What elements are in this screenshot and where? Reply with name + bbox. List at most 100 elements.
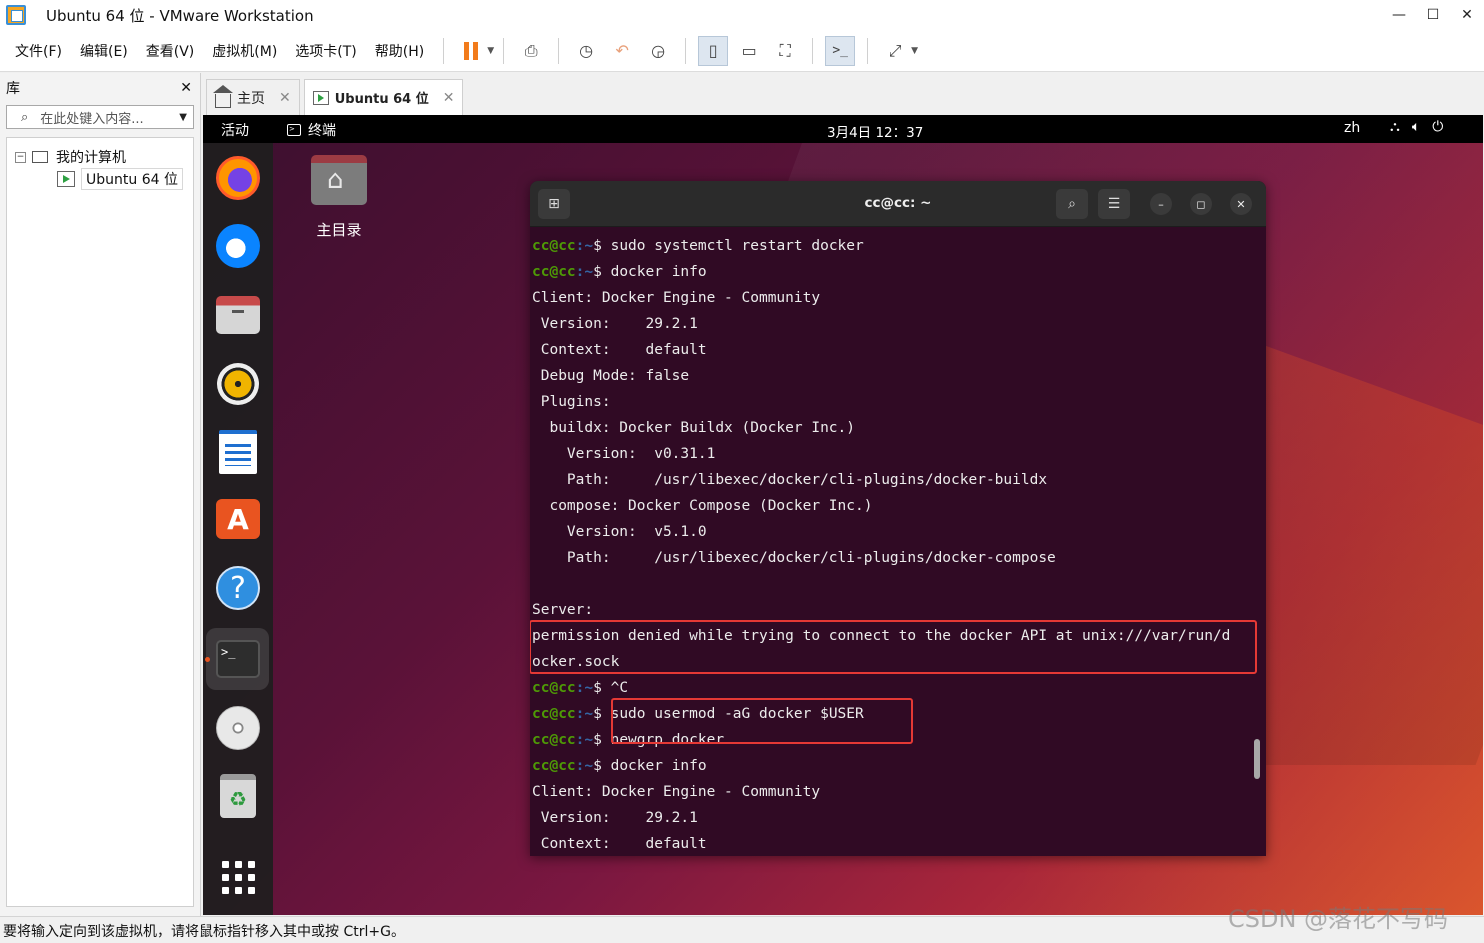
window-title: Ubuntu 64 位 - VMware Workstation xyxy=(46,6,314,25)
error-highlight-box xyxy=(530,620,1257,674)
dock-disc[interactable] xyxy=(215,705,261,751)
desktop-home-folder[interactable] xyxy=(311,155,367,205)
thumbnail-bar-icon[interactable]: ▭ xyxy=(734,36,764,66)
close-window-button[interactable]: ✕ xyxy=(1450,0,1484,30)
snapshot-manager-icon[interactable]: ◶ xyxy=(643,36,673,66)
terminal-line: cc@cc:~$ docker info xyxy=(532,259,1257,285)
tree-item-ubuntu-vm[interactable]: Ubuntu 64 位 xyxy=(7,168,193,190)
show-apps-icon xyxy=(221,860,255,894)
prompt-symbol: $ xyxy=(593,758,602,774)
dock-trash[interactable]: ♻ xyxy=(215,773,261,819)
terminal-line: Version: 29.2.1 xyxy=(532,805,1257,831)
dock-help[interactable]: ? xyxy=(215,565,261,611)
output-text: Server: xyxy=(532,602,594,618)
prompt-path: :~ xyxy=(575,732,594,748)
prompt-symbol: $ xyxy=(593,238,602,254)
search-icon: ⌕ xyxy=(21,109,29,125)
terminal-scrollbar[interactable] xyxy=(1254,739,1260,779)
volume-icon: 🔈︎ xyxy=(1411,119,1421,135)
gnome-top-bar: 活动 > 终端 3月4日 12：37 zh ⛬ 🔈︎ ⏻ xyxy=(203,115,1483,143)
terminal-menu-button[interactable]: ☰ xyxy=(1098,189,1130,219)
stretch-icon[interactable]: ⤢ xyxy=(880,36,910,66)
terminal-line: Path: /usr/libexec/docker/cli-plugins/do… xyxy=(532,545,1257,571)
output-text: Context: default xyxy=(532,836,707,852)
terminal-window[interactable]: ⊞ cc@cc: ~ ⌕ ☰ – ◻ ✕ cc@cc:~$ sudo syste… xyxy=(530,181,1266,856)
pause-icon[interactable] xyxy=(456,36,486,66)
prompt-user: cc@cc xyxy=(532,758,576,774)
menu-toolbar: 文件(F) 编辑(E) 查看(V) 虚拟机(M) 选项卡(T) 帮助(H) ▼ … xyxy=(0,30,1484,72)
pause-dropdown-icon[interactable]: ▼ xyxy=(487,46,494,56)
vm-tab-icon xyxy=(312,90,329,105)
dock-rhythmbox[interactable] xyxy=(215,361,261,407)
input-method-indicator[interactable]: zh xyxy=(1344,120,1360,136)
minimize-button[interactable]: — xyxy=(1382,0,1416,30)
prompt-user: cc@cc xyxy=(532,238,576,254)
tab-home[interactable]: 主页 ✕ xyxy=(206,79,300,115)
library-search-input[interactable]: ⌕ 在此处键入内容... ▼ xyxy=(6,105,194,129)
app-menu[interactable]: > 终端 xyxy=(287,120,336,140)
activities-button[interactable]: 活动 xyxy=(221,120,249,140)
network-icon: ⛬ xyxy=(1390,119,1400,135)
tab-ubuntu[interactable]: Ubuntu 64 位 ✕ xyxy=(303,79,464,115)
terminal-search-button[interactable]: ⌕ xyxy=(1056,189,1088,219)
tab-close-icon[interactable]: ✕ xyxy=(443,90,455,106)
menu-help[interactable]: 帮助(H) xyxy=(375,41,424,61)
trash-icon: ♻ xyxy=(220,774,256,818)
tree-item-my-computer[interactable]: − 我的计算机 xyxy=(7,146,193,168)
vmware-logo-icon xyxy=(6,5,26,25)
prompt-user: cc@cc xyxy=(532,732,576,748)
terminal-line: Client: Docker Engine - Community xyxy=(532,285,1257,311)
menu-tabs[interactable]: 选项卡(T) xyxy=(295,41,356,61)
dock-terminal[interactable]: >_ xyxy=(215,636,261,682)
vm-running-icon xyxy=(57,171,75,187)
dock-show-apps[interactable] xyxy=(215,854,261,900)
send-ctrl-alt-del-icon[interactable]: ⎙ xyxy=(516,36,546,66)
terminal-line: Version: v0.31.1 xyxy=(532,441,1257,467)
writer-icon xyxy=(219,430,257,474)
menu-vm[interactable]: 虚拟机(M) xyxy=(212,41,277,61)
tab-close-icon[interactable]: ✕ xyxy=(279,90,291,106)
snapshot-icon[interactable]: ◷ xyxy=(571,36,601,66)
vm-console[interactable]: 活动 > 终端 3月4日 12：37 zh ⛬ 🔈︎ ⏻ A ? >_ ♻ 主目… xyxy=(203,115,1483,915)
terminal-line: Debug Mode: false xyxy=(532,363,1257,389)
menu-view[interactable]: 查看(V) xyxy=(146,41,195,61)
app-name: 终端 xyxy=(308,123,336,139)
prompt-symbol: $ xyxy=(593,732,602,748)
system-menu[interactable]: ⛬ 🔈︎ ⏻ xyxy=(1390,119,1443,135)
dock-files[interactable] xyxy=(215,292,261,338)
revert-snapshot-icon[interactable]: ↶ xyxy=(607,36,637,66)
terminal-line: compose: Docker Compose (Docker Inc.) xyxy=(532,493,1257,519)
library-close-icon[interactable]: ✕ xyxy=(180,80,192,96)
terminal-output[interactable]: cc@cc:~$ sudo systemctl restart docker cc… xyxy=(530,233,1257,856)
command-text: docker info xyxy=(601,264,707,280)
prompt-path: :~ xyxy=(575,264,594,280)
maximize-button[interactable]: ☐ xyxy=(1416,0,1450,30)
menu-edit[interactable]: 编辑(E) xyxy=(80,41,128,61)
terminal-close-button[interactable]: ✕ xyxy=(1230,193,1252,215)
dock-writer[interactable] xyxy=(215,429,261,475)
menu-file[interactable]: 文件(F) xyxy=(15,41,62,61)
terminal-minimize-button[interactable]: – xyxy=(1150,193,1172,215)
console-view-icon[interactable]: >_ xyxy=(825,35,856,66)
rhythmbox-icon xyxy=(217,363,259,405)
full-screen-icon[interactable]: ⛶ xyxy=(770,36,800,66)
collapse-icon[interactable]: − xyxy=(15,151,26,163)
terminal-line: Path: /usr/libexec/docker/cli-plugins/do… xyxy=(532,467,1257,493)
terminal-icon: >_ xyxy=(216,640,260,678)
clock[interactable]: 3月4日 12：37 xyxy=(827,121,923,141)
terminal-line: Client: Docker Engine - Community xyxy=(532,779,1257,805)
dock-thunderbird[interactable] xyxy=(215,223,261,269)
stretch-dropdown-icon[interactable]: ▼ xyxy=(911,46,918,56)
output-text: Client: Docker Engine - Community xyxy=(532,784,821,800)
dock-app-center[interactable]: A xyxy=(215,496,261,542)
dock-firefox[interactable] xyxy=(215,155,261,201)
terminal-maximize-button[interactable]: ◻ xyxy=(1190,193,1212,215)
search-dropdown-icon[interactable]: ▼ xyxy=(179,112,187,123)
library-tree: − 我的计算机 Ubuntu 64 位 xyxy=(6,137,194,907)
library-title: 库 xyxy=(6,81,20,97)
terminal-line: Context: default xyxy=(532,831,1257,856)
ubuntu-dock: A ? >_ ♻ xyxy=(203,143,273,915)
library-view-icon[interactable]: ▯ xyxy=(698,35,729,66)
terminal-line: Version: 29.2.1 xyxy=(532,311,1257,337)
home-folder-icon xyxy=(311,155,367,205)
